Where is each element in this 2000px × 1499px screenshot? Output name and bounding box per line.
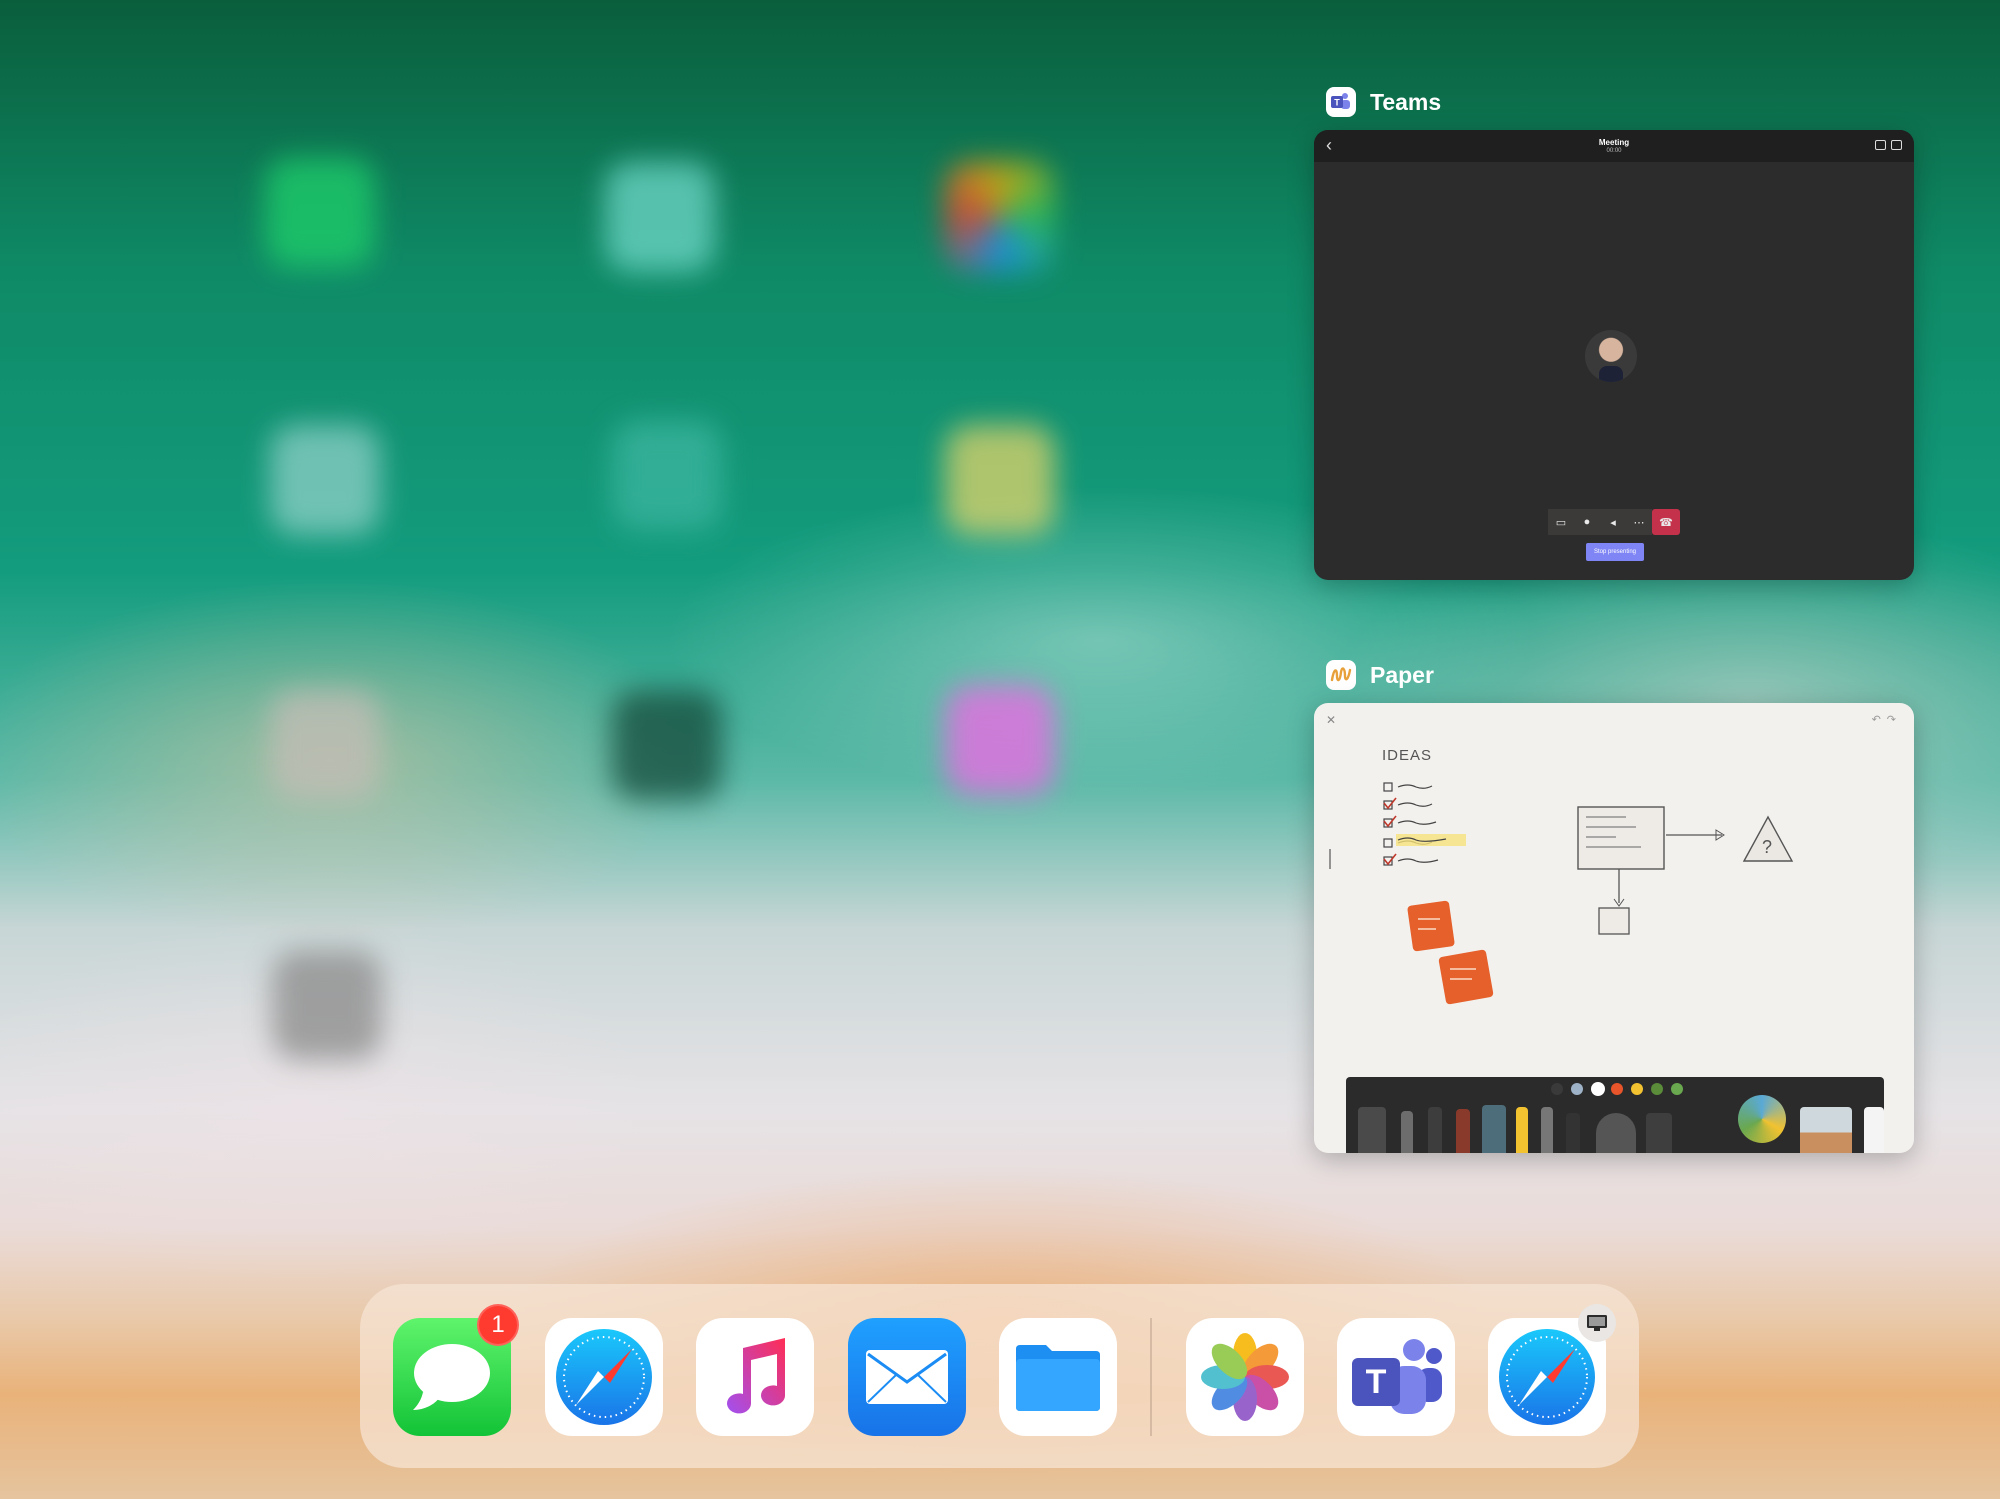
dock-app-mail[interactable]	[848, 1318, 966, 1436]
notification-badge: 1	[477, 1304, 519, 1346]
safari-icon	[556, 1329, 652, 1425]
blurred-home-icon	[612, 690, 722, 800]
dock-app-safari[interactable]	[545, 1318, 663, 1436]
dock-divider	[1150, 1318, 1152, 1436]
chat-icon[interactable]	[1875, 140, 1886, 150]
color-picker-icon[interactable]	[1738, 1095, 1786, 1143]
paper-app-label[interactable]: Paper	[1326, 660, 1434, 690]
display-icon	[1578, 1304, 1616, 1342]
blurred-home-icon	[272, 950, 382, 1060]
dock-app-files[interactable]	[999, 1318, 1117, 1436]
drawing-toolbar	[1346, 1077, 1884, 1153]
blurred-home-icon	[270, 425, 380, 535]
blurred-home-icon	[605, 162, 715, 272]
marker-icon[interactable]	[1482, 1105, 1506, 1153]
brush-icon[interactable]	[1541, 1107, 1553, 1153]
paper-app-name: Paper	[1370, 661, 1434, 688]
teams-app-label[interactable]: T Teams	[1326, 87, 1441, 117]
messages-icon	[413, 1344, 490, 1410]
color-swatch[interactable]	[1591, 1082, 1605, 1096]
pencil-icon[interactable]	[1401, 1111, 1413, 1153]
scissors-icon[interactable]	[1596, 1113, 1636, 1153]
speaker-icon[interactable]: ◂	[1600, 509, 1626, 535]
music-icon	[727, 1338, 785, 1414]
blurred-home-icon	[265, 158, 375, 268]
svg-text:T: T	[1334, 98, 1340, 108]
paper-roll-icon[interactable]	[1864, 1107, 1884, 1153]
blurred-home-icon	[612, 420, 722, 530]
video-off-icon[interactable]: ▭	[1548, 509, 1574, 535]
dock-app-music[interactable]	[696, 1318, 814, 1436]
svg-text:T: T	[1366, 1363, 1387, 1401]
dock-app-photos[interactable]	[1186, 1318, 1304, 1436]
color-swatch[interactable]	[1571, 1083, 1583, 1095]
stop-presenting-button[interactable]: Stop presenting	[1586, 543, 1644, 561]
meeting-title: Meeting	[1598, 138, 1630, 147]
files-icon	[1016, 1345, 1100, 1411]
safari-icon	[1499, 1329, 1595, 1425]
color-swatch[interactable]	[1611, 1083, 1623, 1095]
paper-icon	[1326, 660, 1356, 690]
color-swatch[interactable]	[1671, 1083, 1683, 1095]
dock-app-safari-secondary[interactable]	[1488, 1304, 1616, 1436]
participants-icon[interactable]	[1891, 140, 1902, 150]
pen-icon[interactable]	[1456, 1109, 1470, 1153]
participant-avatar	[1585, 330, 1637, 382]
hang-up-icon[interactable]: ☎	[1652, 509, 1680, 535]
teams-icon: T	[1326, 87, 1356, 117]
color-swatch[interactable]	[1631, 1083, 1643, 1095]
teams-app-name: Teams	[1370, 88, 1442, 115]
meeting-timer: 00:00	[1606, 148, 1622, 154]
teams-app-preview[interactable]: ‹ Meeting 00:00 ▭ ● ◂ ⋯ ☎ Stop presentin…	[1314, 130, 1914, 580]
call-controls: ▭ ● ◂ ⋯ ☎	[1548, 509, 1680, 535]
svg-text:?: ?	[1762, 837, 1772, 857]
dock-app-teams[interactable]: T	[1337, 1318, 1455, 1436]
mail-icon	[866, 1350, 948, 1404]
paper-app-preview[interactable]: ✕ ↶↷ IDEAS ?	[1314, 703, 1914, 1153]
teams-meeting-header: ‹ Meeting 00:00	[1314, 130, 1914, 162]
roller-icon[interactable]	[1646, 1113, 1672, 1153]
more-icon[interactable]: ⋯	[1626, 509, 1652, 535]
dock-app-messages[interactable]: 1	[393, 1304, 519, 1436]
photos-icon	[1201, 1333, 1289, 1421]
highlighter-icon[interactable]	[1516, 1107, 1528, 1153]
color-swatch[interactable]	[1551, 1083, 1563, 1095]
color-swatch[interactable]	[1651, 1083, 1663, 1095]
sketch-canvas: ?	[1329, 782, 1794, 1005]
blurred-home-icon	[270, 690, 380, 800]
fill-icon[interactable]	[1566, 1113, 1580, 1153]
blurred-home-icon	[945, 425, 1055, 535]
blurred-home-icon	[945, 162, 1055, 272]
blurred-home-icon	[945, 685, 1055, 795]
fountain-pen-icon[interactable]	[1428, 1107, 1442, 1153]
teams-icon: T	[1352, 1339, 1442, 1414]
eraser-icon[interactable]	[1358, 1107, 1386, 1153]
mic-icon[interactable]: ●	[1574, 509, 1600, 535]
image-icon[interactable]	[1800, 1107, 1852, 1153]
